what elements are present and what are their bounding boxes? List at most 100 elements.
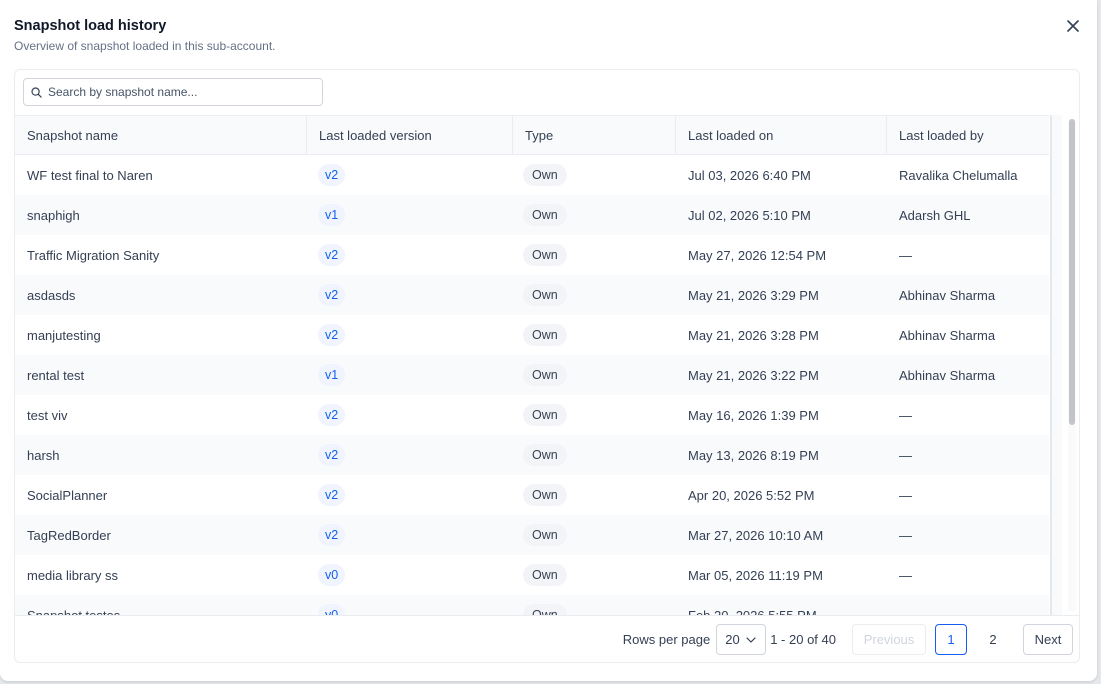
close-icon — [1067, 20, 1079, 32]
table-row[interactable]: media library ss v0 Own Mar 05, 2026 11:19 … — [15, 555, 1049, 595]
rows-per-page-select[interactable]: 20 — [716, 624, 767, 655]
table-row[interactable]: WF test final to Naren v2 Own Jul 03, 2026 … — [15, 155, 1049, 195]
table-row[interactable]: Traffic Migration Sanity v2 Own May 27, 202… — [15, 235, 1049, 275]
rows-per-page-label: Rows per page — [622, 632, 711, 647]
cell-version: v0 — [307, 555, 513, 595]
cell-type: Own — [513, 435, 676, 475]
type-badge: Own — [523, 444, 567, 466]
scroll-thumb[interactable] — [1069, 119, 1075, 425]
cell-snapshot-name: test viv — [27, 407, 68, 423]
cell-loaded-by: Ravalika Chelumalla — [899, 167, 1018, 183]
cell-loaded-on: May 21, 2026 3:29 PM — [688, 287, 819, 303]
cell-version: v2 — [307, 515, 513, 555]
version-badge: v2 — [318, 164, 346, 186]
cell-loaded-on: Mar 05, 2026 11:19 PM — [688, 567, 823, 583]
table-row[interactable]: harsh v2 Own May 13, 2026 8:19 PM — — [15, 435, 1049, 475]
type-badge: Own — [523, 484, 567, 506]
chevron-down-icon — [746, 636, 756, 643]
cell-version: v2 — [307, 395, 513, 435]
version-badge: v2 — [318, 284, 346, 306]
cell-loaded-on: Mar 27, 2026 10:10 AM — [688, 527, 824, 543]
version-badge: v2 — [318, 404, 346, 426]
cell-snapshot-name: WF test final to Naren — [27, 167, 153, 183]
column-header-version[interactable]: Last loaded version — [307, 116, 513, 154]
cell-loaded-by: Abhinav Sharma — [899, 367, 996, 383]
type-badge: Own — [523, 164, 567, 186]
close-button[interactable] — [1065, 18, 1081, 34]
cell-type: Own — [513, 315, 676, 355]
column-header-loaded-on[interactable]: Last loaded on — [676, 116, 887, 154]
table-row[interactable]: SocialPlanner v2 Own Apr 20, 2026 5:52 PM — — [15, 475, 1049, 515]
cell-snapshot-name: manjutesting — [27, 327, 101, 343]
cell-version: v1 — [307, 355, 513, 395]
column-header-loaded-by[interactable]: Last loaded by — [887, 116, 1049, 154]
cell-version: v2 — [307, 435, 513, 475]
column-header-type[interactable]: Type — [513, 116, 676, 154]
cell-loaded-by: — — [899, 567, 912, 583]
cell-loaded-on: Jul 03, 2026 6:40 PM — [688, 167, 811, 183]
table-row[interactable]: asdasds v2 Own May 21, 2026 3:29 PM Abhinav … — [15, 275, 1049, 315]
cell-loaded-by: — — [899, 527, 912, 543]
type-badge: Own — [523, 284, 567, 306]
cell-snapshot-name: SocialPlanner — [27, 487, 108, 503]
version-badge: v2 — [318, 244, 346, 266]
table-scrollbar[interactable] — [1050, 115, 1078, 615]
type-badge: Own — [523, 564, 567, 586]
version-badge: v0 — [318, 604, 346, 615]
scroll-gutter — [1052, 115, 1062, 615]
cell-loaded-by: Adarsh GHL — [899, 207, 971, 223]
history-panel: Snapshot name Last loaded version Type L… — [14, 69, 1080, 663]
cell-type: Own — [513, 595, 676, 615]
cell-version: v2 — [307, 235, 513, 275]
table-body: WF test final to Naren v2 Own Jul 03, 2026 … — [15, 155, 1049, 615]
type-badge: Own — [523, 204, 567, 226]
version-badge: v2 — [318, 324, 346, 346]
cell-version: v2 — [307, 315, 513, 355]
table-row[interactable]: rental test v1 Own May 21, 2026 3:22 PM Abhi… — [15, 355, 1049, 395]
cell-snapshot-name: snaphigh — [27, 207, 80, 223]
cell-type: Own — [513, 475, 676, 515]
search-input[interactable] — [48, 85, 308, 99]
version-badge: v2 — [318, 444, 346, 466]
cell-loaded-by: Abhinav Sharma — [899, 287, 996, 303]
cell-loaded-on: May 21, 2026 3:22 PM — [688, 367, 819, 383]
cell-snapshot-name: rental test — [27, 367, 85, 383]
cell-snapshot-name: media library ss — [27, 567, 119, 583]
cell-version: v2 — [307, 275, 513, 315]
cell-loaded-on: Apr 20, 2026 5:52 PM — [688, 487, 815, 503]
search-box[interactable] — [23, 78, 323, 106]
column-header-name[interactable]: Snapshot name — [15, 116, 307, 154]
cell-loaded-by: Abhinav Sharma — [899, 327, 996, 343]
previous-page-button[interactable]: Previous — [852, 624, 926, 655]
cell-type: Own — [513, 515, 676, 555]
cell-snapshot-name: harsh — [27, 447, 60, 463]
cell-type: Own — [513, 155, 676, 195]
cell-loaded-by — [887, 595, 1049, 615]
table-row[interactable]: snaphigh v1 Own Jul 02, 2026 5:10 PM Adarsh … — [15, 195, 1049, 235]
pagination-bar: Rows per page 20 1 - 20 of 40 Previous 1… — [15, 615, 1079, 662]
cell-type: Own — [513, 555, 676, 595]
cell-loaded-on: May 21, 2026 3:28 PM — [688, 327, 819, 343]
table-row[interactable]: Snapshot testes v0 Own Feb 20, 2026 5:55 PM — [15, 595, 1049, 615]
cell-loaded-on: Feb 20, 2026 5:55 PM — [688, 607, 817, 616]
page-2-button[interactable]: 2 — [977, 624, 1009, 655]
cell-loaded-on: Jul 02, 2026 5:10 PM — [688, 207, 811, 223]
modal-title: Snapshot load history — [14, 18, 167, 34]
history-table: Snapshot name Last loaded version Type L… — [15, 115, 1049, 615]
type-badge: Own — [523, 364, 567, 386]
type-badge: Own — [523, 604, 567, 615]
table-row[interactable]: manjutesting v2 Own May 21, 2026 3:28 PM Abh… — [15, 315, 1049, 355]
version-badge: v1 — [318, 204, 346, 226]
cell-snapshot-name: TagRedBorder — [27, 527, 111, 543]
next-page-button[interactable]: Next — [1023, 624, 1073, 655]
table-row[interactable]: test viv v2 Own May 16, 2026 1:39 PM — — [15, 395, 1049, 435]
cell-type: Own — [513, 195, 676, 235]
cell-type: Own — [513, 355, 676, 395]
cell-snapshot-name: asdasds — [27, 287, 76, 303]
rows-per-page-value: 20 — [725, 632, 740, 647]
snapshot-history-modal: Snapshot load history Overview of snapsh… — [0, 0, 1097, 681]
table-row[interactable]: TagRedBorder v2 Own Mar 27, 2026 10:10 AM — — [15, 515, 1049, 555]
cell-version: v2 — [307, 155, 513, 195]
page-1-button[interactable]: 1 — [935, 624, 967, 655]
cell-version: v1 — [307, 195, 513, 235]
